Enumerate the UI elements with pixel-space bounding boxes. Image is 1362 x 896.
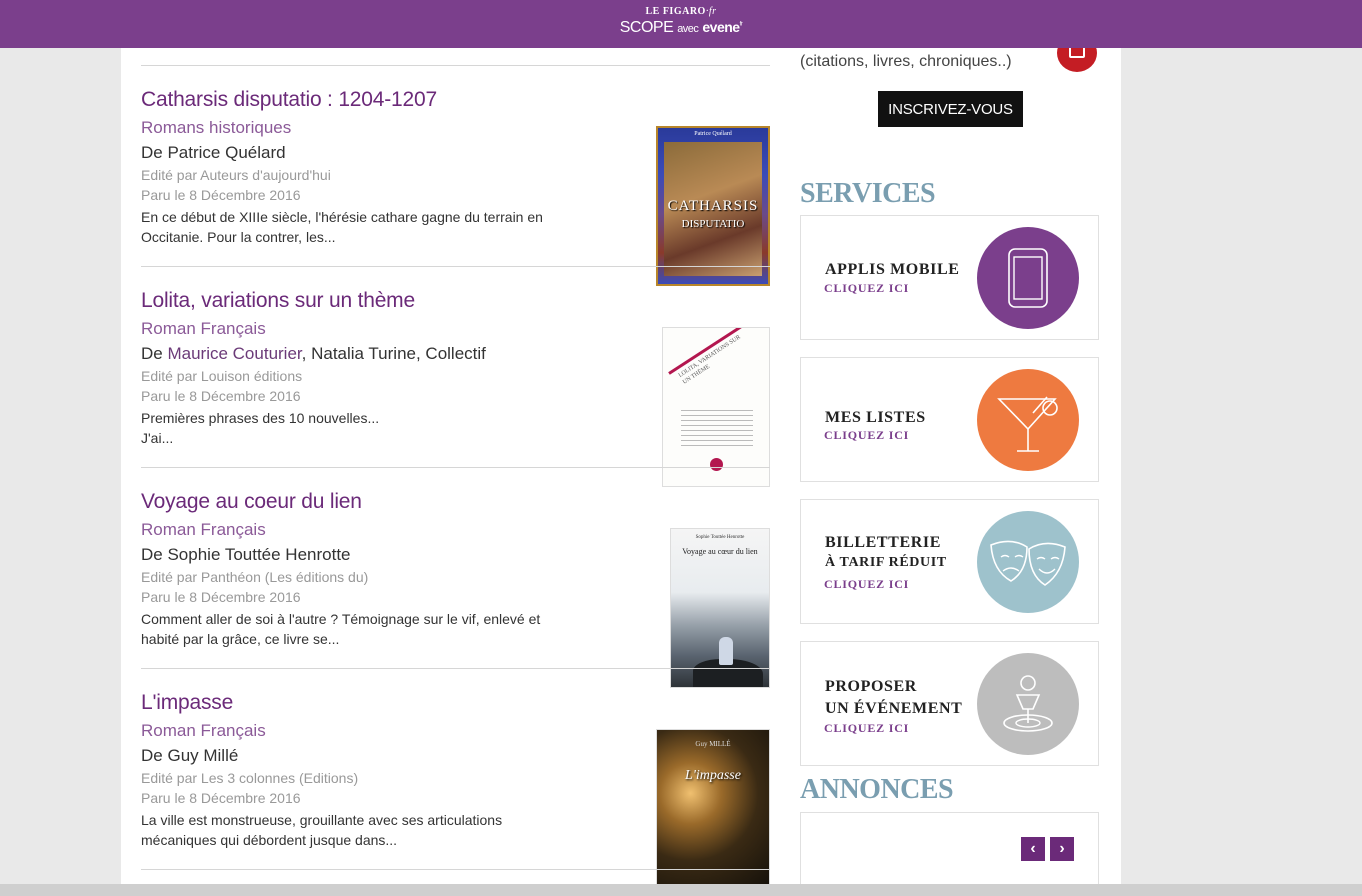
book-genre[interactable]: Roman Français	[141, 520, 266, 540]
book-genre[interactable]: Roman Français	[141, 319, 266, 339]
cliquez-ici-link[interactable]: CLIQUEZ ICI	[824, 281, 909, 296]
divider	[141, 869, 770, 870]
book-date: Paru le 8 Décembre 2016	[141, 388, 301, 404]
book-date: Paru le 8 Décembre 2016	[141, 790, 301, 806]
service-billetterie[interactable]: BILLETTERIE À TARIF RÉDUIT CLIQUEZ ICI	[800, 499, 1099, 624]
cliquez-ici-link[interactable]: CLIQUEZ ICI	[824, 577, 909, 592]
book-date: Paru le 8 Décembre 2016	[141, 187, 301, 203]
book-editor: Edité par Les 3 colonnes (Editions)	[141, 770, 359, 786]
divider	[141, 266, 770, 267]
book-cover[interactable]: LOLITA, VARIATIONS SUR UN THÈME	[662, 327, 770, 487]
book-cover[interactable]: Guy MILLÉ L'impasse	[656, 729, 770, 889]
book-item[interactable]: Lolita, variations sur un thème Roman Fr…	[141, 289, 770, 489]
divider	[141, 65, 770, 66]
book-item[interactable]: Catharsis disputatio : 1204-1207 Romans …	[141, 88, 770, 288]
cover-text-lines	[681, 410, 753, 450]
book-title[interactable]: Voyage au coeur du lien	[141, 490, 362, 514]
cover-logo-dot	[710, 458, 723, 471]
bottom-strip	[0, 884, 1362, 896]
next-button[interactable]: ›	[1050, 837, 1074, 861]
divider	[141, 467, 770, 468]
book-genre[interactable]: Romans historiques	[141, 118, 291, 138]
cliquez-ici-link[interactable]: CLIQUEZ ICI	[824, 428, 909, 443]
page-content: Catharsis disputatio : 1204-1207 Romans …	[121, 34, 1121, 892]
prev-button[interactable]: ‹	[1021, 837, 1045, 861]
cover-figure	[719, 637, 733, 665]
book-editor: Edité par Auteurs d'aujourd'hui	[141, 167, 331, 183]
cocktail-icon	[977, 369, 1079, 471]
book-title[interactable]: Lolita, variations sur un thème	[141, 289, 415, 313]
book-title[interactable]: L'impasse	[141, 691, 233, 715]
book-item[interactable]: L'impasse Roman Français De Guy Millé Ed…	[141, 691, 770, 891]
mobile-icon	[977, 227, 1079, 329]
book-author: De Maurice Couturier, Natalia Turine, Co…	[141, 344, 486, 363]
annonces-box: ‹ ›	[800, 812, 1099, 892]
event-pin-icon	[977, 653, 1079, 755]
book-author: De Patrice Quélard	[141, 143, 286, 162]
divider	[141, 668, 770, 669]
book-cover[interactable]: Sophie Touttée Henrotte Voyage au cœur d…	[670, 528, 770, 688]
book-description: La ville est monstrueuse, grouillante av…	[141, 812, 503, 848]
book-editor: Edité par Louison éditions	[141, 368, 303, 384]
book-cover[interactable]: Patrice Quélard CATHARSIS DISPUTATIO	[656, 126, 770, 286]
book-description: En ce début de XIIIe siècle, l'hérésie c…	[141, 209, 543, 245]
book-item[interactable]: Voyage au coeur du lien Roman Français D…	[141, 490, 770, 690]
book-date: Paru le 8 Décembre 2016	[141, 589, 301, 605]
subscribe-text: (citations, livres, chroniques..)	[800, 53, 1012, 70]
service-mes-listes[interactable]: MES LISTES CLIQUEZ ICI	[800, 357, 1099, 482]
book-editor: Edité par Panthéon (Les éditions du)	[141, 569, 369, 585]
author-link[interactable]: Maurice Couturier	[167, 344, 301, 363]
le-figaro-logo[interactable]: LE FIGARO·fr	[0, 6, 1362, 17]
service-applis-mobile[interactable]: APPLIS MOBILE CLIQUEZ ICI	[800, 215, 1099, 340]
book-author: De Sophie Touttée Henrotte	[141, 545, 351, 564]
book-title[interactable]: Catharsis disputatio : 1204-1207	[141, 88, 437, 112]
service-proposer-evenement[interactable]: PROPOSER UN ÉVÉNEMENT CLIQUEZ ICI	[800, 641, 1099, 766]
book-description: Comment aller de soi à l'autre ? Témoign…	[141, 611, 541, 647]
services-heading: SERVICES	[800, 178, 936, 209]
scope-evene-logo[interactable]: SCOPE avec evenefr	[0, 19, 1362, 37]
cliquez-ici-link[interactable]: CLIQUEZ ICI	[824, 721, 909, 736]
annonces-heading: ANNONCES	[800, 774, 954, 805]
book-genre[interactable]: Roman Français	[141, 721, 266, 741]
subscribe-button[interactable]: INSCRIVEZ-VOUS	[878, 91, 1023, 127]
book-description: Premières phrases des 10 nouvelles... J'a…	[141, 410, 380, 446]
top-bar: LE FIGARO·fr SCOPE avec evenefr	[0, 0, 1362, 48]
theatre-masks-icon	[977, 511, 1079, 613]
book-author: De Guy Millé	[141, 746, 239, 765]
